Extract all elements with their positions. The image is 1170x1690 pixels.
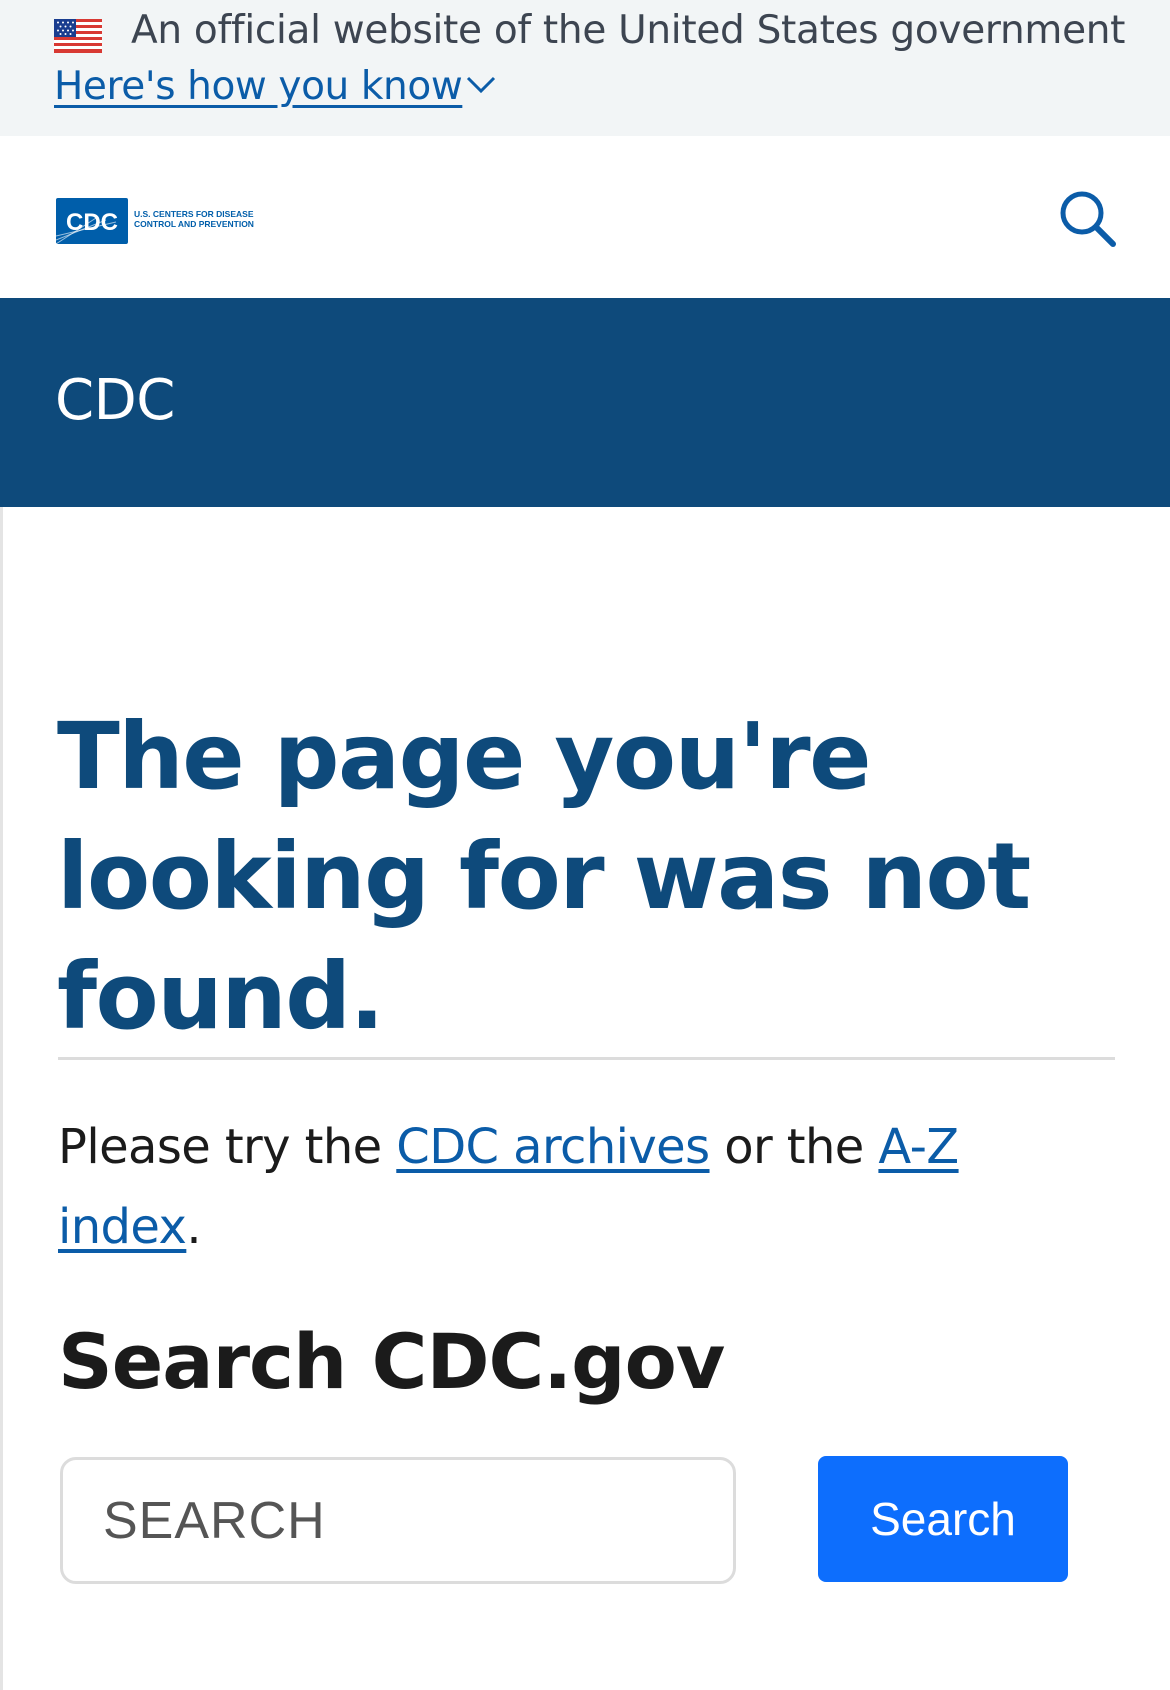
heading-divider [58, 1057, 1115, 1060]
main-content: The page you're looking for was not foun… [0, 507, 1170, 1690]
cdc-archives-link[interactable]: CDC archives [396, 1119, 710, 1175]
us-flag-icon [54, 19, 102, 53]
page: An official website of the United States… [0, 0, 1170, 1690]
gov-banner: An official website of the United States… [0, 0, 1170, 136]
help-text-middle: or the [709, 1119, 879, 1175]
help-text-prefix: Please try the [58, 1119, 397, 1175]
chevron-down-icon[interactable] [465, 72, 497, 98]
help-text-suffix: . [186, 1199, 201, 1255]
logo-line-1: U.S. CENTERS FOR DISEASE [134, 209, 254, 219]
search-icon[interactable] [1058, 189, 1118, 249]
site-header: CDC U.S. CENTERS FOR DISEASE CONTROL AND… [0, 136, 1170, 298]
search-button[interactable]: Search [818, 1456, 1068, 1582]
search-heading: Search CDC.gov [58, 1317, 725, 1406]
official-website-text: An official website of the United States… [131, 8, 1126, 53]
site-title-bar: CDC [0, 298, 1170, 507]
heres-how-you-know-link[interactable]: Here's how you know [54, 64, 463, 109]
search-input[interactable] [60, 1457, 736, 1584]
logo-mark: CDC [66, 209, 118, 236]
logo-line-2: CONTROL AND PREVENTION [134, 219, 254, 229]
page-title: The page you're looking for was not foun… [57, 703, 1031, 1050]
cdc-logo[interactable]: CDC U.S. CENTERS FOR DISEASE CONTROL AND… [56, 196, 266, 246]
site-title[interactable]: CDC [55, 368, 175, 433]
help-text: Please try the CDC archives or the A-Z i… [58, 1107, 1108, 1267]
